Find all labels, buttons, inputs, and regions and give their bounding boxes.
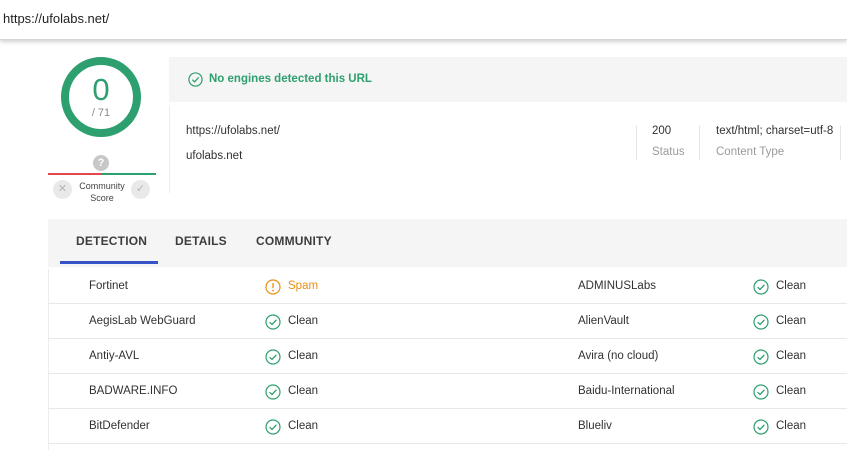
community-score: ? ✕ Community Score ✓ xyxy=(48,155,156,205)
vote-down-button[interactable]: ✕ xyxy=(53,180,72,199)
divider xyxy=(169,105,170,193)
engine-name: BADWARE.INFO xyxy=(89,385,178,397)
vote-up-button[interactable]: ✓ xyxy=(131,180,150,199)
community-bar-positive xyxy=(102,173,156,175)
engine-name: Baidu-International xyxy=(578,385,675,397)
detection-score: 0 / 71 xyxy=(60,56,142,138)
engine-result: Clean xyxy=(776,350,807,362)
table-row: AegisLab WebGuard Clean AlienVault Clean xyxy=(48,304,847,339)
check-circle-icon xyxy=(265,419,281,435)
check-circle-icon xyxy=(753,279,769,295)
info-circle-icon xyxy=(265,279,281,295)
engine-result: Clean xyxy=(776,280,807,292)
table-row: BitDefender Clean Blueliv Clean xyxy=(48,409,847,444)
tab-community[interactable]: COMMUNITY xyxy=(256,234,332,248)
question-icon: ? xyxy=(93,155,109,171)
community-bar-negative xyxy=(48,173,102,175)
check-circle-icon xyxy=(265,384,281,400)
check-circle-icon xyxy=(753,419,769,435)
check-circle-icon xyxy=(753,349,769,365)
content-type-label: Content Type xyxy=(716,146,785,158)
divider xyxy=(699,126,700,160)
content-type-value: text/html; charset=utf-8 xyxy=(716,125,834,137)
engine-name: BitDefender xyxy=(89,420,150,432)
score-detections: 0 xyxy=(92,72,110,107)
scanned-host[interactable]: ufolabs.net xyxy=(186,150,242,162)
engine-result: Clean xyxy=(288,385,319,397)
engine-name: Antiy-AVL xyxy=(89,350,140,362)
tab-details[interactable]: DETAILS xyxy=(175,234,227,248)
result-message: No engines detected this URL xyxy=(209,73,372,85)
engine-result: Clean xyxy=(776,385,807,397)
check-circle-icon xyxy=(188,72,203,87)
engine-result: Clean xyxy=(288,420,319,432)
score-total: / 71 xyxy=(91,107,111,119)
status-label: Status xyxy=(652,146,685,158)
check-circle-icon xyxy=(265,314,281,330)
engine-name: Blueliv xyxy=(578,420,612,432)
engine-result: Clean xyxy=(288,315,319,327)
check-circle-icon xyxy=(265,349,281,365)
engine-result: Clean xyxy=(776,420,807,432)
scanned-url[interactable]: https://ufolabs.net/ xyxy=(186,125,280,137)
table-row: Fortinet Spam ADMINUSLabs Clean xyxy=(48,269,847,304)
community-score-label: Community Score xyxy=(79,181,125,203)
engine-name: Fortinet xyxy=(89,280,128,292)
check-circle-icon xyxy=(753,314,769,330)
engine-result: Spam xyxy=(288,280,319,292)
engine-result: Clean xyxy=(776,315,807,327)
engine-name: AlienVault xyxy=(578,315,629,327)
address-bar[interactable]: https://ufolabs.net/ xyxy=(0,0,847,40)
divider xyxy=(636,126,637,160)
table-row: BADWARE.INFO Clean Baidu-International C… xyxy=(48,374,847,409)
tab-detection[interactable]: DETECTION xyxy=(76,234,147,248)
check-circle-icon xyxy=(753,384,769,400)
tab-bar: DETECTION DETAILS COMMUNITY xyxy=(48,219,847,267)
address-url[interactable]: https://ufolabs.net/ xyxy=(3,11,109,26)
status-value: 200 xyxy=(652,125,672,137)
active-tab-indicator xyxy=(60,261,158,264)
engine-name: Avira (no cloud) xyxy=(578,350,659,362)
engine-name: ADMINUSLabs xyxy=(578,280,656,292)
engine-name: AegisLab WebGuard xyxy=(89,315,196,327)
engine-result: Clean xyxy=(288,350,319,362)
divider xyxy=(840,126,841,160)
table-row: Antiy-AVL Clean Avira (no cloud) Clean xyxy=(48,339,847,374)
detection-table: Fortinet Spam ADMINUSLabs Clean AegisLab… xyxy=(48,269,847,444)
result-banner: No engines detected this URL xyxy=(169,57,847,102)
